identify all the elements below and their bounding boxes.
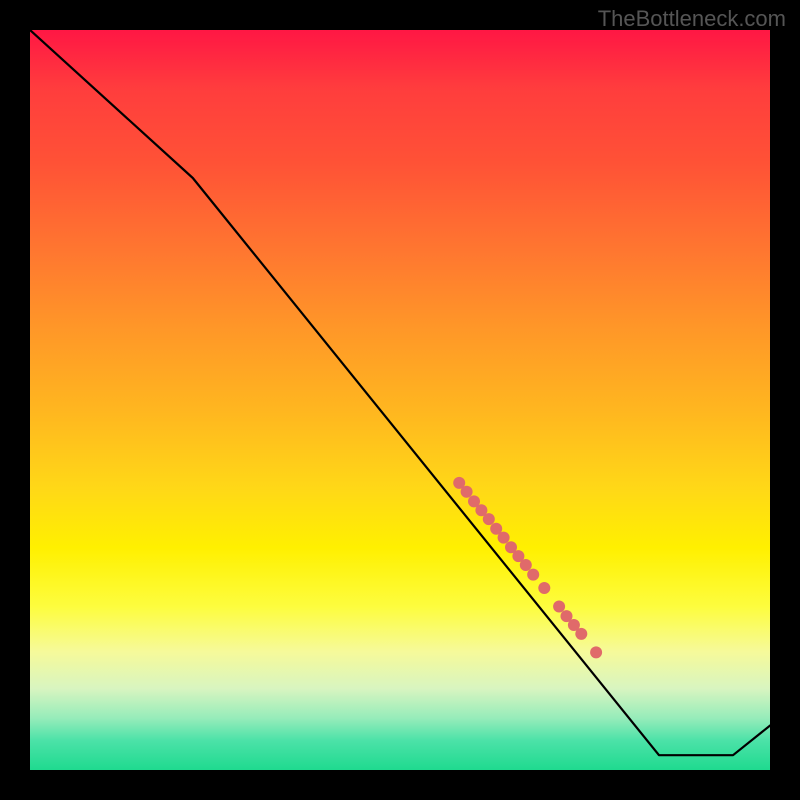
highlight-point — [498, 532, 510, 544]
line-series — [30, 30, 770, 755]
watermark-text: TheBottleneck.com — [598, 6, 786, 32]
highlight-points — [453, 477, 602, 658]
highlight-point — [538, 582, 550, 594]
chart-overlay — [30, 30, 770, 770]
highlight-point — [483, 513, 495, 525]
highlight-point — [590, 646, 602, 658]
highlight-point — [461, 486, 473, 498]
highlight-point — [575, 628, 587, 640]
highlight-point — [520, 559, 532, 571]
plot-area — [30, 30, 770, 770]
highlight-point — [553, 600, 565, 612]
highlight-point — [527, 569, 539, 581]
